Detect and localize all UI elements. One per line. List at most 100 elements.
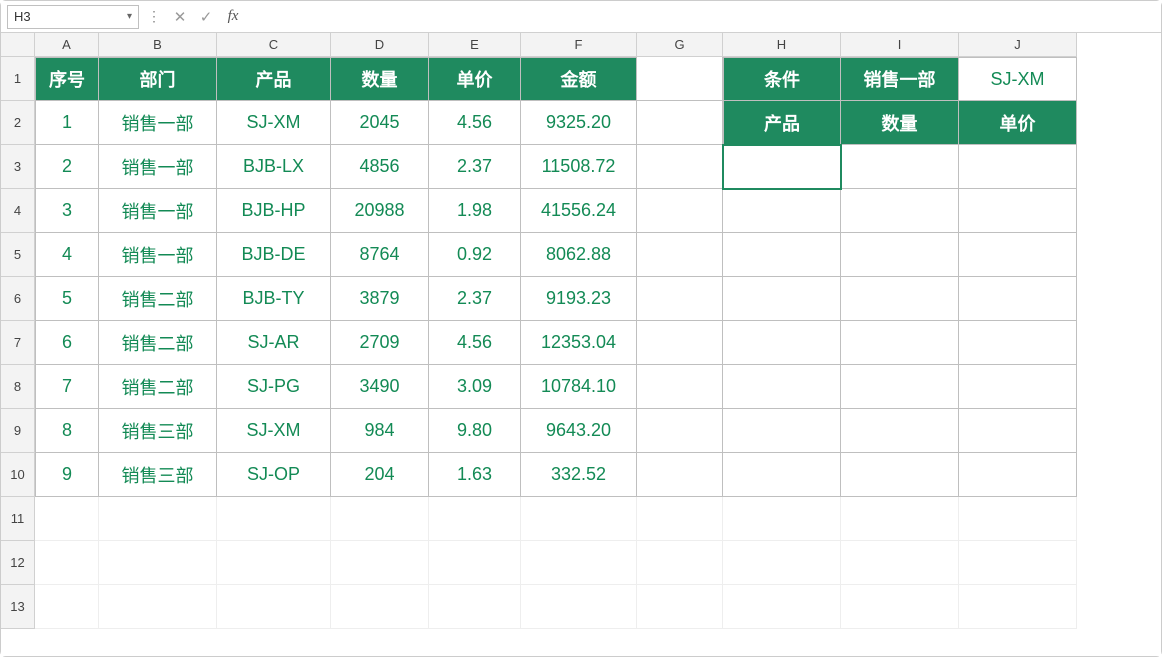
cell[interactable] [35, 497, 99, 541]
cell[interactable] [723, 497, 841, 541]
cell[interactable] [841, 453, 959, 497]
cell[interactable]: 部门 [99, 57, 217, 101]
cell[interactable]: 单价 [429, 57, 521, 101]
row-header[interactable]: 8 [1, 365, 35, 409]
column-header[interactable]: E [429, 33, 521, 57]
cell[interactable] [841, 145, 959, 189]
cell[interactable] [217, 541, 331, 585]
cell[interactable]: 3.09 [429, 365, 521, 409]
cell[interactable]: 3 [35, 189, 99, 233]
column-header[interactable]: I [841, 33, 959, 57]
cell[interactable]: 销售一部 [99, 101, 217, 145]
cell[interactable]: 2709 [331, 321, 429, 365]
cell[interactable]: 销售一部 [99, 189, 217, 233]
cell[interactable] [841, 497, 959, 541]
cell[interactable] [637, 321, 723, 365]
cell[interactable] [723, 365, 841, 409]
cell[interactable] [637, 101, 723, 145]
cell[interactable] [723, 453, 841, 497]
cell[interactable] [99, 585, 217, 629]
cell[interactable] [959, 585, 1077, 629]
cell[interactable] [429, 541, 521, 585]
cell[interactable] [959, 409, 1077, 453]
cells-area[interactable]: 序号部门产品数量单价金额条件销售一部SJ-XM1销售一部SJ-XM20454.5… [35, 57, 1077, 629]
cell[interactable] [841, 541, 959, 585]
cell[interactable] [723, 585, 841, 629]
formula-input[interactable] [249, 6, 1155, 28]
cell[interactable]: 数量 [841, 101, 959, 145]
row-header[interactable]: 13 [1, 585, 35, 629]
cell[interactable]: 20988 [331, 189, 429, 233]
cell[interactable]: 9 [35, 453, 99, 497]
spreadsheet-grid[interactable]: ABCDEFGHIJ 12345678910111213 序号部门产品数量单价金… [1, 33, 1161, 656]
cell[interactable] [959, 189, 1077, 233]
confirm-icon[interactable]: ✓ [195, 8, 217, 26]
cell[interactable]: 6 [35, 321, 99, 365]
column-header[interactable]: F [521, 33, 637, 57]
cell[interactable]: 8764 [331, 233, 429, 277]
cell[interactable] [841, 277, 959, 321]
cell[interactable] [637, 233, 723, 277]
cell[interactable] [723, 189, 841, 233]
cell[interactable] [841, 585, 959, 629]
cell[interactable]: 3879 [331, 277, 429, 321]
column-header[interactable]: B [99, 33, 217, 57]
cell[interactable]: 8 [35, 409, 99, 453]
cell[interactable] [723, 409, 841, 453]
cell[interactable]: 12353.04 [521, 321, 637, 365]
cell[interactable]: 1.63 [429, 453, 521, 497]
cell[interactable]: 金额 [521, 57, 637, 101]
cell[interactable] [959, 321, 1077, 365]
cell[interactable] [723, 233, 841, 277]
cell[interactable]: 数量 [331, 57, 429, 101]
cell[interactable]: 10784.10 [521, 365, 637, 409]
cell[interactable] [331, 585, 429, 629]
cell[interactable] [521, 541, 637, 585]
column-header[interactable]: A [35, 33, 99, 57]
cell[interactable] [637, 497, 723, 541]
cell[interactable]: 序号 [35, 57, 99, 101]
cell[interactable]: 销售一部 [99, 145, 217, 189]
row-header[interactable]: 10 [1, 453, 35, 497]
column-header[interactable]: H [723, 33, 841, 57]
cell[interactable] [959, 145, 1077, 189]
cell[interactable]: 4.56 [429, 101, 521, 145]
cell[interactable] [99, 541, 217, 585]
cell[interactable]: SJ-OP [217, 453, 331, 497]
cell[interactable] [723, 145, 841, 189]
cell[interactable]: 4 [35, 233, 99, 277]
cell[interactable]: 984 [331, 409, 429, 453]
cell[interactable] [429, 585, 521, 629]
cell[interactable] [637, 145, 723, 189]
column-header[interactable]: D [331, 33, 429, 57]
cell[interactable]: 0.92 [429, 233, 521, 277]
cell[interactable] [637, 541, 723, 585]
cell[interactable] [217, 585, 331, 629]
cell[interactable] [429, 497, 521, 541]
cell[interactable]: 4.56 [429, 321, 521, 365]
cell[interactable]: SJ-XM [959, 57, 1077, 101]
cell[interactable]: 产品 [217, 57, 331, 101]
cell[interactable] [331, 497, 429, 541]
cell[interactable] [959, 497, 1077, 541]
cell[interactable]: 9.80 [429, 409, 521, 453]
select-all-corner[interactable] [1, 33, 35, 57]
cell[interactable] [841, 365, 959, 409]
cell[interactable] [841, 189, 959, 233]
cell[interactable] [959, 453, 1077, 497]
column-header[interactable]: J [959, 33, 1077, 57]
row-header[interactable]: 11 [1, 497, 35, 541]
cell[interactable]: BJB-HP [217, 189, 331, 233]
cell[interactable] [35, 585, 99, 629]
cell[interactable] [521, 585, 637, 629]
cell[interactable] [521, 497, 637, 541]
cell[interactable] [331, 541, 429, 585]
cell[interactable] [637, 453, 723, 497]
row-header[interactable]: 2 [1, 101, 35, 145]
cell[interactable]: 销售一部 [99, 233, 217, 277]
cell[interactable]: 2.37 [429, 145, 521, 189]
cell[interactable] [723, 277, 841, 321]
cell[interactable]: 5 [35, 277, 99, 321]
cell[interactable]: 2 [35, 145, 99, 189]
cell[interactable]: 销售三部 [99, 453, 217, 497]
